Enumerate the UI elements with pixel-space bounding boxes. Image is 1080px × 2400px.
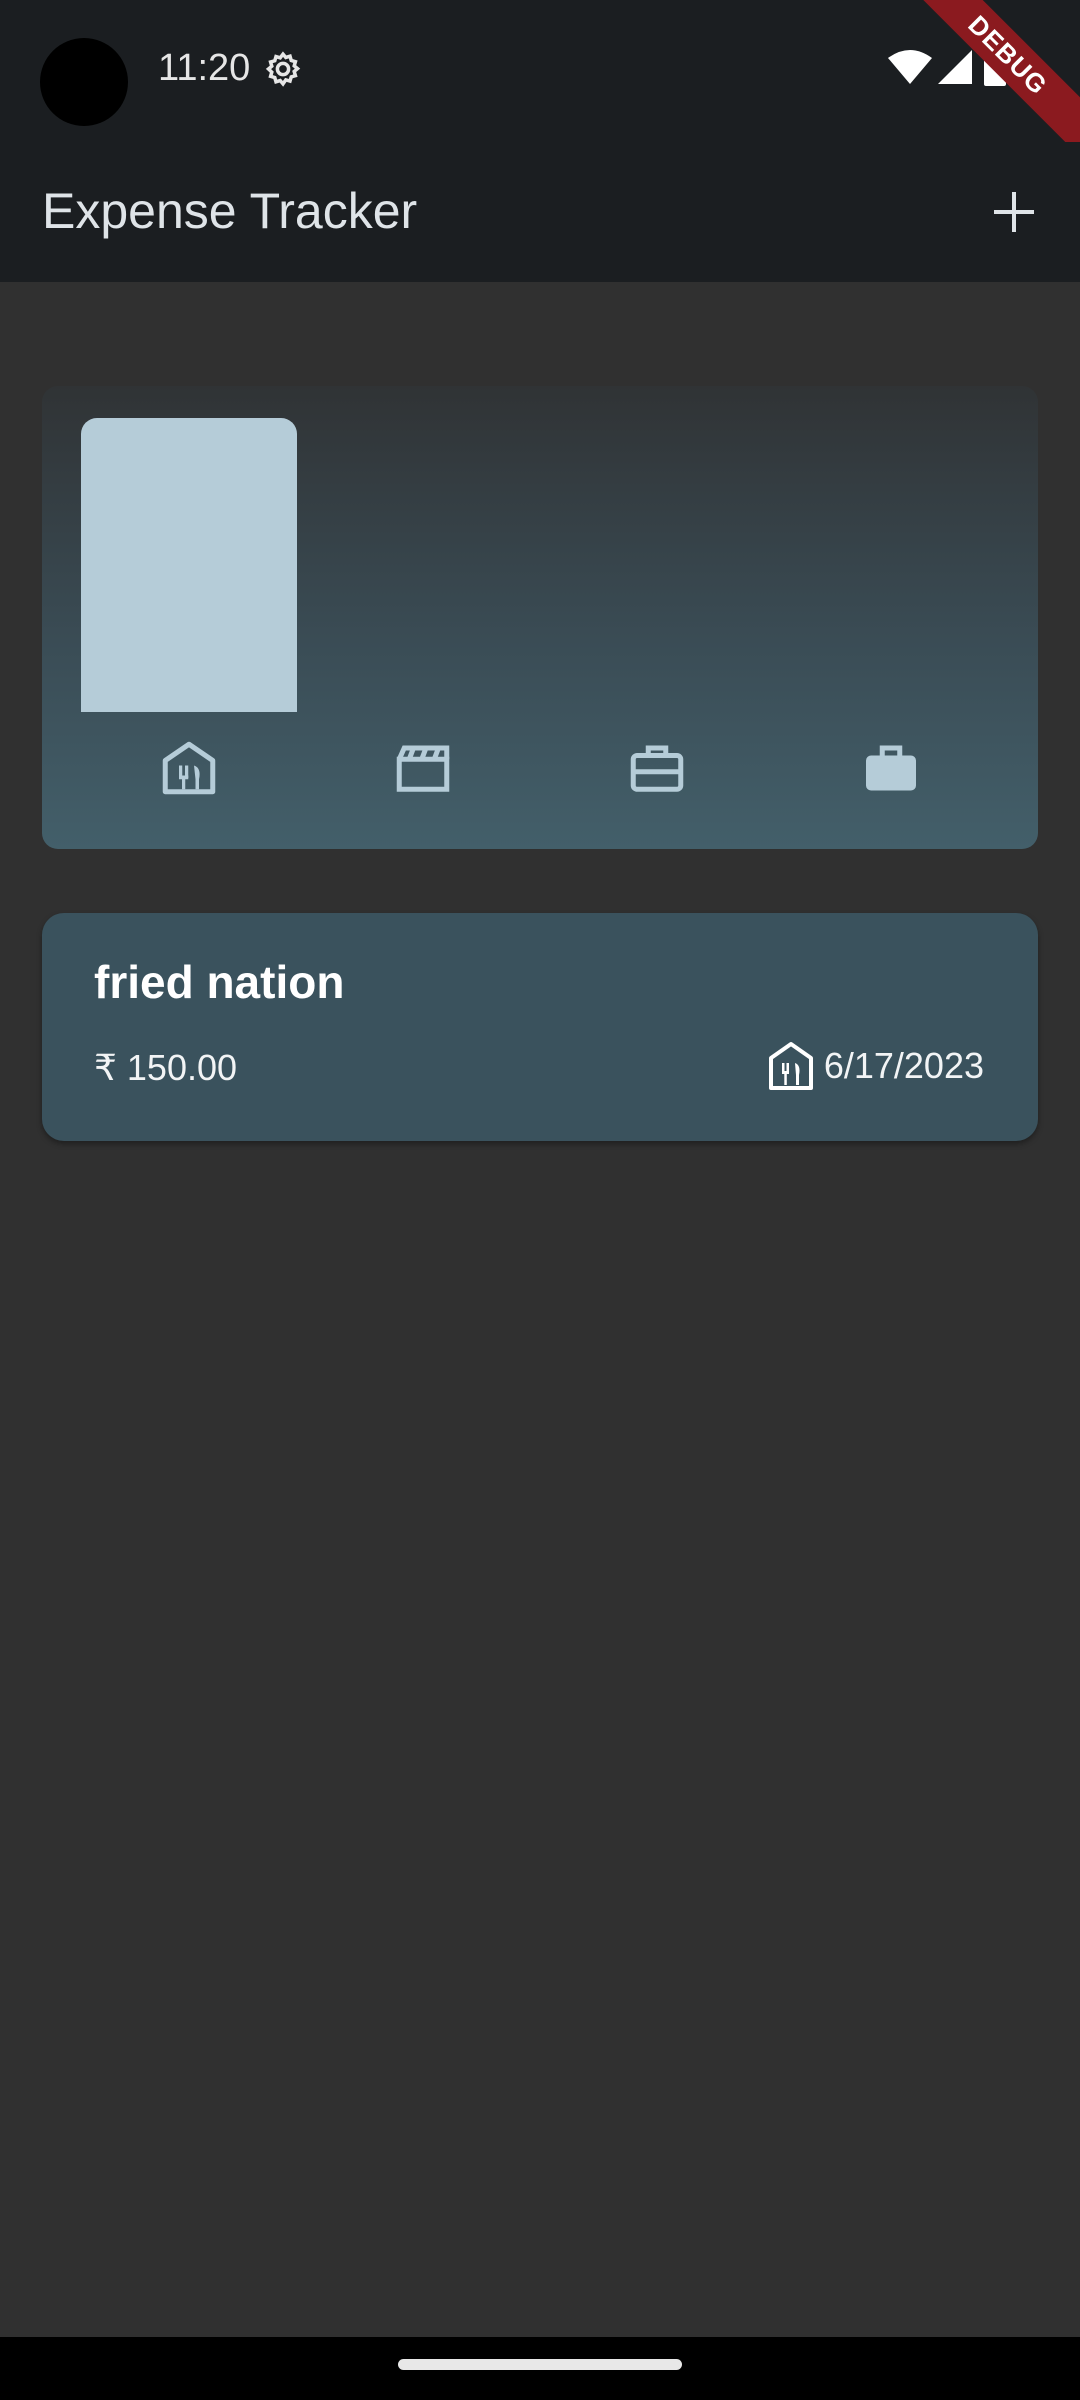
food-icon — [159, 738, 219, 798]
food-icon — [768, 1042, 813, 1090]
signal-icon — [938, 50, 972, 84]
chart-category-icons — [72, 738, 1008, 814]
expense-amount: ₹ 150.00 — [94, 1047, 238, 1088]
travel-icon — [627, 738, 687, 798]
status-time: 11:20 — [158, 47, 251, 89]
expense-title: fried nation — [94, 956, 345, 1008]
app-bar: Expense Tracker — [0, 142, 1080, 282]
chart-bars — [72, 418, 1008, 712]
settings-gear-icon — [265, 51, 301, 87]
expense-list-item[interactable]: fried nation ₹ 150.00 6/17/2023 — [42, 913, 1038, 1141]
navigation-bar — [0, 2337, 1080, 2400]
plus-icon — [994, 192, 1034, 232]
expense-chart — [42, 386, 1038, 849]
home-indicator[interactable] — [398, 2359, 682, 2370]
expense-date: 6/17/2023 — [823, 1045, 984, 1086]
add-expense-button[interactable] — [974, 172, 1054, 252]
camera-cutout — [40, 38, 128, 126]
page-title: Expense Tracker — [42, 183, 418, 239]
movie-icon — [393, 738, 453, 798]
chart-bar-food — [81, 418, 297, 712]
status-bar: 11:20 — [0, 0, 1080, 142]
expense-meta: 6/17/2023 — [768, 1041, 984, 1091]
work-icon — [861, 738, 921, 798]
wifi-icon — [888, 50, 932, 84]
app-screen: 11:20 DEBUG Expense Tracker fried nation… — [0, 0, 1080, 2400]
